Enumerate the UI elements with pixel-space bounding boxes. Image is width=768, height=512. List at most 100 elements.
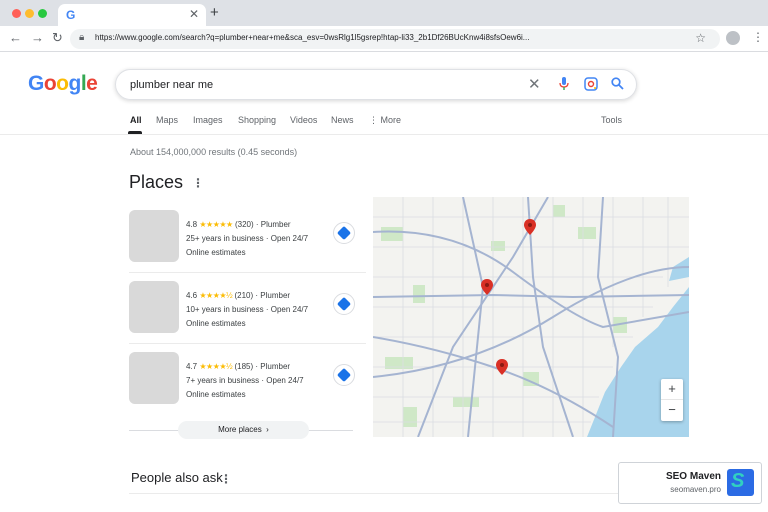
more-kebab-icon: ⋮ <box>369 115 381 125</box>
tab-more[interactable]: ⋮ More <box>369 115 401 126</box>
browser-toolbar: ← → ↻ 🔒︎ https://www.google.com/search?q… <box>0 26 768 52</box>
tab-images[interactable]: Images <box>193 115 223 125</box>
separator-dot: · <box>263 234 271 243</box>
directions-icon <box>336 296 352 312</box>
place-item[interactable]: 4.6 ★★★★½ (210) · Plumber 10+ years in b… <box>129 281 366 351</box>
rating-stars-icon: ★★★★½ <box>199 362 233 371</box>
tab-news[interactable]: News <box>331 115 354 125</box>
google-logo[interactable]: Google <box>28 72 98 96</box>
close-tab-icon[interactable]: ✕ <box>189 7 199 21</box>
place-thumbnail[interactable] <box>129 281 179 333</box>
place-years: 10+ years in business <box>186 305 264 314</box>
place-note: Online estimates <box>186 248 246 257</box>
more-places-label: More places <box>218 425 262 434</box>
place-category: Plumber <box>260 291 291 300</box>
header-divider <box>0 134 768 135</box>
place-item[interactable]: 4.8 ★★★★★ (320) · Plumber 25+ years in b… <box>129 210 366 280</box>
zoom-out-button[interactable]: − <box>661 400 683 421</box>
lock-icon[interactable]: 🔒︎ <box>79 32 84 43</box>
google-favicon-icon: G <box>66 8 76 22</box>
rating-stars-icon: ★★★★★ <box>199 220 233 229</box>
place-years: 25+ years in business <box>186 234 264 243</box>
logo-letter: e <box>86 72 98 95</box>
maximize-window-icon[interactable] <box>38 9 47 18</box>
place-divider <box>129 343 366 344</box>
tab-more-label: More <box>380 115 402 125</box>
chevron-right-icon: › <box>263 425 269 434</box>
people-also-ask-heading: People also ask <box>131 470 223 485</box>
place-divider <box>129 272 366 273</box>
address-url[interactable]: https://www.google.com/search?q=plumber+… <box>95 33 565 42</box>
logo-letter: o <box>43 72 57 95</box>
place-hours: Open 24/7 <box>270 234 309 243</box>
logo-letter: g <box>68 72 82 95</box>
tab-videos[interactable]: Videos <box>290 115 317 125</box>
paa-options-icon[interactable]: ⋮ <box>220 472 232 486</box>
new-tab-icon[interactable]: + <box>210 4 219 21</box>
search-icon[interactable] <box>611 77 624 93</box>
clear-icon[interactable]: ✕ <box>528 75 541 93</box>
place-reviews: (320) <box>234 220 254 229</box>
directions-icon <box>336 225 352 241</box>
map-parks <box>381 205 627 427</box>
tab-bar: G ✕ + <box>0 0 768 26</box>
search-box[interactable]: plumber near me ✕ <box>115 69 637 100</box>
voice-search-icon[interactable] <box>559 77 569 94</box>
profile-avatar[interactable] <box>726 31 740 45</box>
browser-chrome: G ✕ + ← → ↻ 🔒︎ https://www.google.com/se… <box>0 0 768 52</box>
place-details-line: 25+ years in business · Open 24/7 <box>186 234 308 243</box>
seo-maven-watermark: SEO Maven seomaven.pro S <box>618 462 762 504</box>
places-map[interactable] <box>373 197 689 437</box>
place-reviews: (185) <box>234 362 254 371</box>
minimize-window-icon[interactable] <box>25 9 34 18</box>
map-zoom-control: + − <box>661 379 683 421</box>
map-canvas[interactable] <box>373 197 689 437</box>
logo-letter: o <box>56 72 69 95</box>
close-window-icon[interactable] <box>12 9 21 18</box>
forward-icon[interactable]: → <box>31 30 44 45</box>
address-bar[interactable]: 🔒︎ https://www.google.com/search?q=plumb… <box>70 29 720 49</box>
place-note: Online estimates <box>186 390 246 399</box>
directions-button[interactable] <box>333 293 355 315</box>
tab-maps[interactable]: Maps <box>156 115 178 125</box>
map-pins <box>481 219 536 375</box>
directions-button[interactable] <box>333 364 355 386</box>
bookmark-star-icon[interactable]: ☆ <box>695 31 706 45</box>
lens-search-icon[interactable] <box>584 77 598 94</box>
place-thumbnail[interactable] <box>129 352 179 404</box>
tools-button[interactable]: Tools <box>601 115 622 125</box>
place-details-line: 7+ years in business · Open 24/7 <box>186 376 304 385</box>
place-rating-line: 4.8 ★★★★★ (320) · Plumber <box>186 220 291 229</box>
place-details-line: 10+ years in business · Open 24/7 <box>186 305 308 314</box>
more-places-button[interactable]: More places › <box>178 421 309 439</box>
place-thumbnail[interactable] <box>129 210 179 262</box>
place-rating: 4.7 <box>186 362 198 371</box>
rating-stars-icon: ★★★★½ <box>199 291 233 300</box>
separator-dot: · <box>263 305 271 314</box>
browser-menu-icon[interactable]: ⋮ <box>752 30 764 44</box>
directions-icon <box>336 367 352 383</box>
reload-icon[interactable]: ↻ <box>52 30 63 46</box>
place-category: Plumber <box>260 362 291 371</box>
places-options-icon[interactable]: ⋮ <box>192 176 204 190</box>
tab-all[interactable]: All <box>130 115 142 125</box>
watermark-site: seomaven.pro <box>670 485 721 494</box>
place-hours: Open 24/7 <box>270 305 309 314</box>
directions-button[interactable] <box>333 222 355 244</box>
place-item[interactable]: 4.7 ★★★★½ (185) · Plumber 7+ years in bu… <box>129 352 366 422</box>
places-heading: Places <box>129 172 184 192</box>
place-rating: 4.8 <box>186 220 198 229</box>
zoom-in-button[interactable]: + <box>661 379 683 400</box>
browser-tab[interactable]: G ✕ <box>58 4 206 26</box>
back-icon[interactable]: ← <box>9 30 22 45</box>
place-rating-line: 4.6 ★★★★½ (210) · Plumber <box>186 291 290 300</box>
result-stats: About 154,000,000 results (0.45 seconds) <box>130 147 298 157</box>
search-input[interactable]: plumber near me <box>130 79 213 91</box>
place-category: Plumber <box>260 220 291 229</box>
place-years: 7+ years in business <box>186 376 260 385</box>
place-hours: Open 24/7 <box>266 376 304 385</box>
place-rating: 4.6 <box>186 291 198 300</box>
watermark-name: SEO Maven <box>665 471 721 482</box>
tab-shopping[interactable]: Shopping <box>238 115 276 125</box>
place-reviews: (210) <box>234 291 254 300</box>
